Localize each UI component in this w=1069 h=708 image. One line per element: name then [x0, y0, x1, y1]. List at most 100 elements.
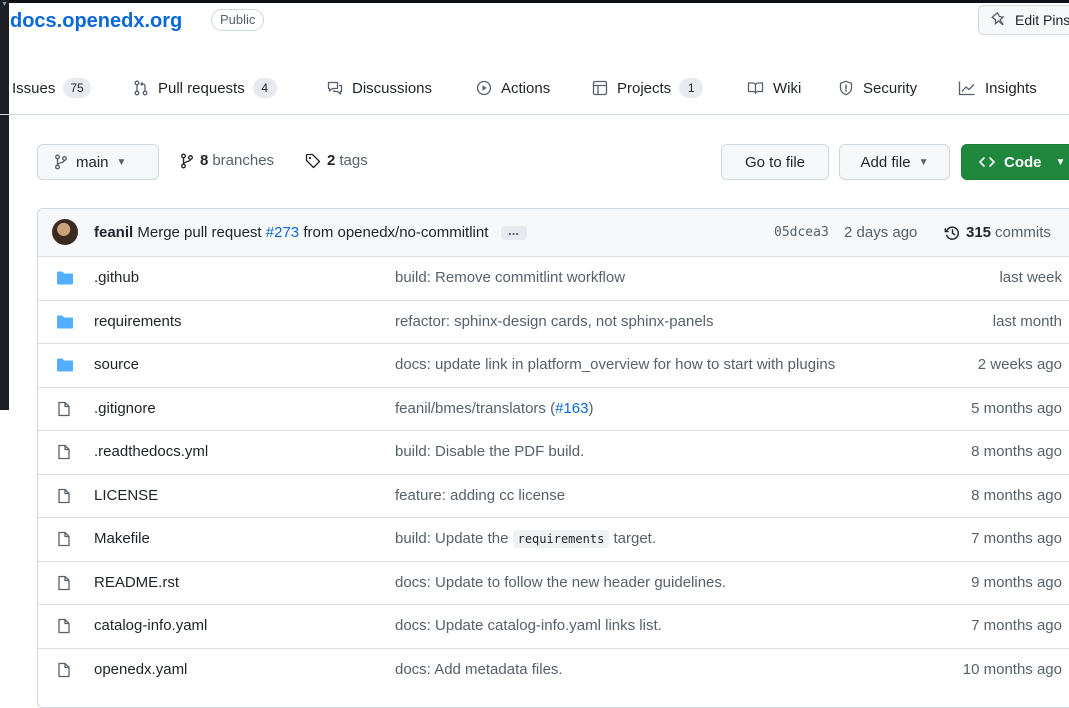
tab-wiki[interactable]: Wiki: [747, 75, 801, 101]
file-commit-pr-link[interactable]: #163: [555, 400, 588, 417]
file-row[interactable]: .gitignore feanil/bmes/translators (#163)…: [38, 386, 1069, 430]
file-commit-message: build: Remove commitlint workflow: [395, 269, 625, 286]
commits-history-link[interactable]: 315 commits: [944, 224, 1051, 241]
file-name-link[interactable]: requirements: [94, 313, 182, 330]
file-icon: [58, 575, 70, 590]
tab-wiki-label: Wiki: [773, 79, 802, 97]
file-row[interactable]: Makefile build: Update the requirements t…: [38, 517, 1069, 560]
file-name-link[interactable]: .readthedocs.yml: [94, 443, 208, 460]
file-commit-msg-text[interactable]: feanil/bmes/translators (: [395, 400, 555, 417]
file-row[interactable]: LICENSE feature: adding cc license 8 month…: [38, 473, 1069, 517]
file-commit-message: docs: Update catalog-info.yaml links lis…: [395, 617, 662, 634]
tab-discussions[interactable]: Discussions: [327, 75, 432, 101]
file-commit-msg-text[interactable]: build: Update the: [395, 530, 508, 547]
branch-name: main: [76, 153, 109, 171]
play-circle-icon: [476, 80, 492, 96]
go-to-file-button[interactable]: Go to file: [721, 144, 829, 180]
code-button[interactable]: Code ▼: [961, 144, 1069, 180]
avatar[interactable]: [52, 219, 78, 245]
file-name-link[interactable]: source: [94, 356, 139, 373]
commit-msg-suffix[interactable]: from openedx/no-commitlint: [303, 224, 488, 241]
branches-link[interactable]: 8 branches: [180, 152, 274, 169]
file-commit-date: 5 months ago: [971, 399, 1062, 417]
commit-msg-prefix[interactable]: Merge pull request: [137, 224, 261, 241]
file-commit-date: last week: [999, 269, 1062, 286]
tab-discussions-label: Discussions: [352, 79, 433, 97]
tab-issues[interactable]: Issues 75: [12, 75, 91, 101]
file-commit-msg-text[interactable]: docs: Add metadata files.: [395, 661, 563, 678]
file-name-link[interactable]: openedx.yaml: [94, 661, 187, 678]
tab-insights[interactable]: Insights: [958, 75, 1037, 101]
shield-icon: [839, 80, 853, 96]
tag-icon: [305, 153, 321, 168]
file-commit-msg-text[interactable]: docs: update link in platform_overview f…: [395, 356, 835, 373]
file-commit-message: build: Disable the PDF build.: [395, 443, 584, 460]
file-commit-msg-after[interactable]: target.: [613, 530, 656, 547]
file-commit-message: feanil/bmes/translators (#163): [395, 400, 593, 417]
file-name-link[interactable]: .gitignore: [94, 400, 156, 417]
tab-pull-requests[interactable]: Pull requests 4: [133, 75, 277, 101]
pin-icon: [991, 12, 1005, 26]
tab-actions[interactable]: Actions: [476, 75, 550, 101]
branch-select-button[interactable]: main ▼: [37, 144, 159, 180]
commit-pr-link[interactable]: #273: [266, 224, 299, 241]
tab-projects-label: Projects: [617, 79, 672, 97]
chevron-down-icon: ▼: [1055, 156, 1066, 168]
latest-commit-bar: feanil Merge pull request #273 from open…: [38, 209, 1069, 257]
file-name-link[interactable]: catalog-info.yaml: [94, 617, 207, 634]
tags-label: tags: [339, 152, 368, 169]
add-file-button[interactable]: Add file ▼: [839, 144, 950, 180]
file-commit-date: 8 months ago: [971, 443, 1062, 460]
file-icon: [58, 488, 70, 503]
file-row[interactable]: .github build: Remove commitlint workflow…: [38, 256, 1069, 299]
file-commit-message: refactor: sphinx-design cards, not sphin…: [395, 313, 714, 330]
folder-icon: [57, 358, 73, 372]
edit-pins-button[interactable]: Edit Pins: [978, 5, 1069, 35]
file-commit-date: 7 months ago: [971, 530, 1062, 547]
tab-projects[interactable]: Projects 1: [592, 75, 704, 101]
commit-sha-link[interactable]: 05dcea3: [774, 225, 829, 240]
file-row[interactable]: README.rst docs: Update to follow the new…: [38, 560, 1069, 604]
file-commit-msg-text[interactable]: feature: adding cc license: [395, 487, 565, 504]
file-commit-msg-after[interactable]: ): [588, 400, 593, 417]
pulls-counter: 4: [252, 78, 277, 98]
file-name-link[interactable]: README.rst: [94, 574, 179, 591]
file-icon-wrap: [56, 401, 72, 421]
tags-link[interactable]: 2 tags: [305, 152, 368, 169]
book-icon: [747, 82, 764, 95]
file-row[interactable]: catalog-info.yaml docs: Update catalog-in…: [38, 604, 1069, 647]
graph-icon: [958, 81, 975, 96]
file-commit-msg-text[interactable]: refactor: sphinx-design cards, not sphin…: [395, 313, 714, 330]
file-icon-wrap: [56, 488, 72, 508]
commit-expand-button[interactable]: ...: [500, 224, 527, 241]
branches-count: 8: [200, 152, 209, 169]
repo-name-link[interactable]: docs.openedx.org: [10, 8, 182, 34]
file-commit-msg-text[interactable]: docs: Update to follow the new header gu…: [395, 574, 726, 591]
folder-icon-wrap: [56, 357, 74, 377]
file-commit-date: 8 months ago: [971, 486, 1062, 504]
pull-request-icon: [134, 80, 148, 96]
edit-pins-label: Edit Pins: [1015, 12, 1069, 28]
file-row[interactable]: requirements refactor: sphinx-design card…: [38, 299, 1069, 343]
commit-date: 2 days ago: [844, 224, 918, 241]
file-name-link[interactable]: .github: [94, 269, 139, 286]
file-icon: [58, 662, 70, 677]
code-icon: [979, 157, 995, 167]
repo-nav: Issues 75 Pull requests 4 Discussions Ac…: [0, 62, 1069, 115]
branch-icon: [181, 153, 193, 168]
file-row[interactable]: .readthedocs.yml build: Disable the PDF b…: [38, 430, 1069, 473]
file-row[interactable]: source docs: update link in platform_over…: [38, 343, 1069, 386]
file-row[interactable]: openedx.yaml docs: Add metadata files. 10 …: [38, 647, 1069, 691]
file-commit-msg-text[interactable]: build: Disable the PDF build.: [395, 443, 584, 460]
file-commit-message: docs: update link in platform_overview f…: [395, 356, 835, 373]
tab-issues-label: Issues: [12, 79, 56, 97]
file-name-link[interactable]: LICENSE: [94, 487, 158, 504]
tab-security[interactable]: Security: [838, 75, 917, 101]
folder-icon-wrap: [56, 314, 74, 334]
file-commit-msg-text[interactable]: docs: Update catalog-info.yaml links lis…: [395, 617, 662, 634]
file-name-link[interactable]: Makefile: [94, 530, 150, 547]
file-icon: [58, 531, 70, 547]
chevron-down-icon: ▼: [918, 156, 929, 168]
file-commit-msg-text[interactable]: build: Remove commitlint workflow: [395, 269, 625, 286]
commit-author-link[interactable]: feanil: [94, 224, 133, 241]
